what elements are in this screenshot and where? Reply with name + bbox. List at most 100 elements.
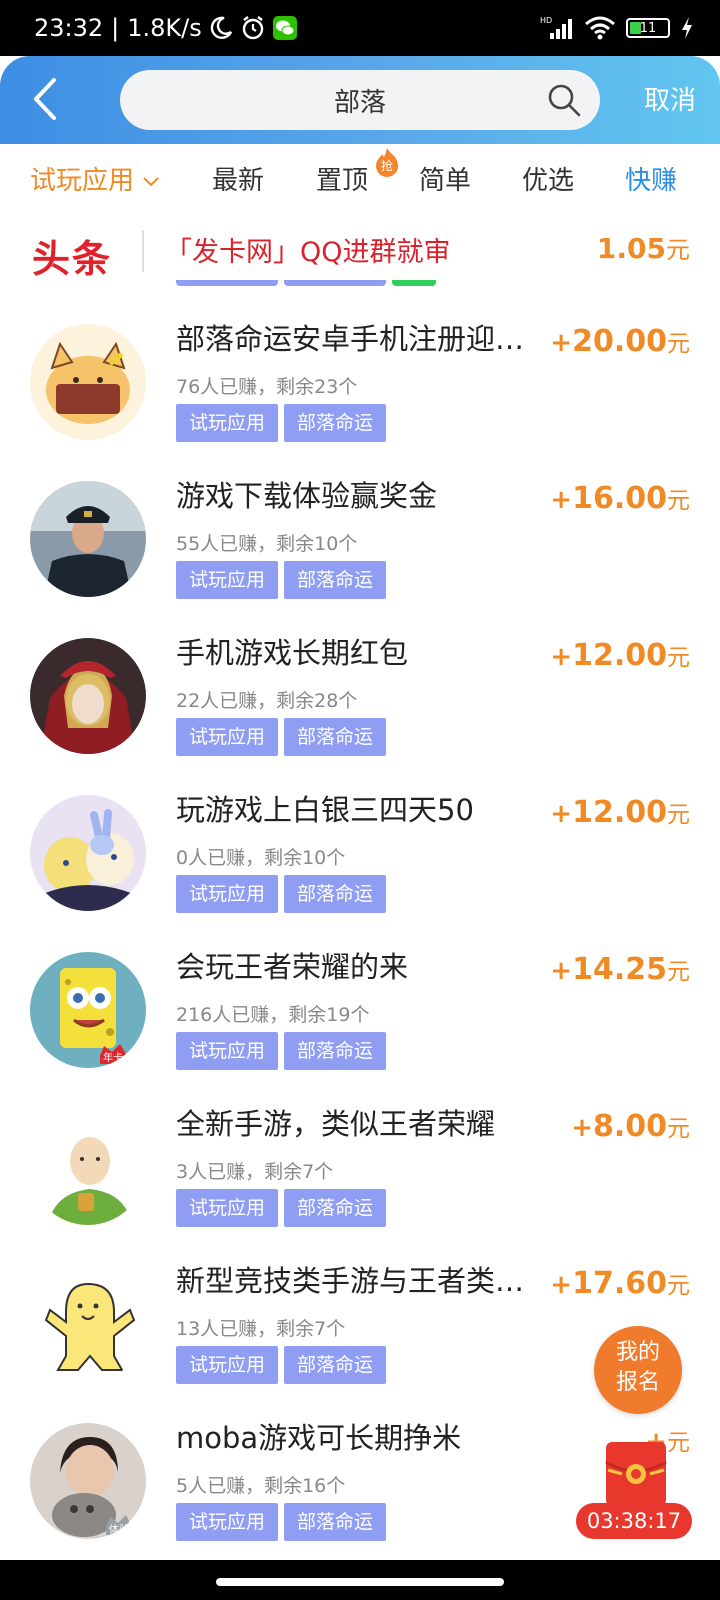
item-tags: 试玩应用 部落命运: [176, 561, 386, 599]
item-count: 216人已赚，剩余19个: [176, 1004, 370, 1026]
item-tags: 试玩应用 部落命运: [176, 404, 386, 442]
item-title: 玩游戏上白银三四天50: [176, 793, 474, 827]
price-unit: 元: [667, 488, 690, 514]
tab-label: 试玩应用: [30, 166, 135, 196]
price-value: 17.60: [572, 1266, 667, 1301]
wifi-icon: [585, 16, 615, 40]
price-unit: 元: [667, 1273, 690, 1299]
list-item[interactable]: 年卡 会玩王者荣耀的来 216人已赚，剩余19个 试玩应用 部落命运 +14.2…: [0, 924, 720, 1084]
cancel-button[interactable]: 取消: [644, 80, 696, 117]
item-title: 部落命运安卓手机注册迎…: [176, 322, 525, 356]
home-indicator[interactable]: [216, 1578, 504, 1586]
item-tags: 试玩应用 部落命运: [176, 1032, 386, 1070]
alarm-icon: [242, 16, 263, 40]
headline-price-value: 1.05: [596, 232, 666, 265]
avatar-badge-text: 体验: [109, 1523, 129, 1536]
item-title: 全新手游，类似王者荣耀: [176, 1107, 496, 1141]
list-item[interactable]: 部落命运安卓手机注册迎… 76人已赚，剩余23个 试玩应用 部落命运 +20.0…: [0, 296, 720, 456]
divider: [142, 230, 144, 272]
tab-simple[interactable]: 简单: [419, 160, 471, 197]
avatar: [30, 324, 146, 440]
item-title: 会玩王者荣耀的来: [176, 950, 409, 984]
avatar: 体验: [30, 1423, 146, 1539]
item-tags: 试玩应用 部落命运: [176, 718, 386, 756]
avatar: [30, 1266, 146, 1382]
price-unit: 元: [667, 802, 690, 828]
tag: 部落命运: [284, 561, 386, 599]
fab-line1: 我的: [615, 1340, 660, 1365]
svg-text:HD: HD: [540, 16, 552, 25]
search-value: 部落: [333, 87, 386, 118]
tab-trial-apps[interactable]: 试玩应用: [30, 160, 160, 197]
fab-line2: 报名: [615, 1370, 660, 1395]
tag: 部落命运: [284, 875, 386, 913]
red-packet-icon[interactable]: [600, 1440, 672, 1508]
price-prefix: +: [550, 799, 573, 829]
hd-signal-icon: HD: [540, 16, 572, 39]
tab-selected[interactable]: 优选: [522, 160, 574, 197]
item-price: +20.00元: [550, 324, 690, 359]
hot-badge-text: 抢: [381, 158, 393, 173]
tag: 试玩应用: [176, 404, 278, 442]
tag: 试玩应用: [176, 1503, 278, 1541]
avatar: [30, 795, 146, 911]
tag: 试玩应用: [176, 1032, 278, 1070]
item-count: 13人已赚，剩余7个: [176, 1318, 346, 1340]
tag: 部落命运: [284, 404, 386, 442]
peek-tag: [392, 280, 436, 286]
item-count: 3人已赚，剩余7个: [176, 1161, 334, 1183]
tag: 部落命运: [284, 718, 386, 756]
price-unit: 元: [667, 1116, 690, 1142]
tag: 部落命运: [284, 1189, 386, 1227]
list-item[interactable]: 玩游戏上白银三四天50 0人已赚，剩余10个 试玩应用 部落命运 +12.00元: [0, 767, 720, 927]
status-bar: 23:32 | 1.8K/s HD 11: [0, 0, 720, 56]
tab-pinned[interactable]: 置顶: [316, 160, 368, 197]
back-icon[interactable]: [26, 74, 66, 124]
item-count: 76人已赚，剩余23个: [176, 376, 358, 398]
tag: 部落命运: [284, 1032, 386, 1070]
price-prefix: +: [550, 956, 573, 986]
item-price: +14.25元: [550, 952, 690, 987]
tag: 部落命运: [284, 1346, 386, 1384]
headline-banner[interactable]: 头条 「发卡网」QQ进群就审 1.05元: [0, 210, 720, 290]
item-price: +12.00元: [550, 795, 690, 830]
my-signup-button[interactable]: 我的 报名: [594, 1326, 682, 1414]
headline-logo: 头条: [32, 237, 113, 281]
item-price: +16.00元: [550, 481, 690, 516]
search-input[interactable]: 部落: [120, 70, 600, 130]
tab-quick-earn[interactable]: 快赚: [625, 160, 677, 197]
tag: 试玩应用: [176, 875, 278, 913]
item-count: 22人已赚，剩余28个: [176, 690, 358, 712]
headline-price-unit: 元: [666, 236, 690, 264]
item-price: +8.00元: [571, 1109, 690, 1144]
search-icon[interactable]: [546, 82, 582, 118]
peek-tags: [176, 280, 436, 288]
item-price: +17.60元: [550, 1266, 690, 1301]
item-title: 手机游戏长期红包: [176, 636, 409, 670]
tag: 试玩应用: [176, 561, 278, 599]
price-prefix: +: [550, 642, 573, 672]
price-prefix: +: [550, 328, 573, 358]
wechat-icon: [272, 16, 297, 40]
item-title: moba游戏可长期挣米: [176, 1421, 462, 1455]
tag: 试玩应用: [176, 718, 278, 756]
flame-badge-icon: 抢: [376, 148, 398, 177]
tag: 试玩应用: [176, 1189, 278, 1227]
list-item[interactable]: 游戏下载体验赢奖金 55人已赚，剩余10个 试玩应用 部落命运 +16.00元: [0, 453, 720, 613]
header-bar: 部落 取消: [0, 56, 720, 144]
price-unit: 元: [667, 331, 690, 357]
tab-latest[interactable]: 最新: [212, 160, 264, 197]
status-right: HD 11: [540, 15, 694, 41]
list-item[interactable]: 全新手游，类似王者荣耀 3人已赚，剩余7个 试玩应用 部落命运 +8.00元: [0, 1081, 720, 1241]
headline-text: 「发卡网」QQ进群就审: [165, 237, 451, 268]
tag: 试玩应用: [176, 1346, 278, 1384]
list-item[interactable]: 手机游戏长期红包 22人已赚，剩余28个 试玩应用 部落命运 +12.00元: [0, 610, 720, 770]
item-count: 55人已赚，剩余10个: [176, 533, 358, 555]
item-tags: 试玩应用 部落命运: [176, 1503, 386, 1541]
battery-level: 11: [639, 20, 657, 36]
chevron-down-icon: [143, 176, 159, 186]
status-left: 23:32 | 1.8K/s: [34, 14, 298, 42]
item-price: +12.00元: [550, 638, 690, 673]
charging-icon: [682, 17, 692, 39]
item-count: 0人已赚，剩余10个: [176, 847, 346, 869]
